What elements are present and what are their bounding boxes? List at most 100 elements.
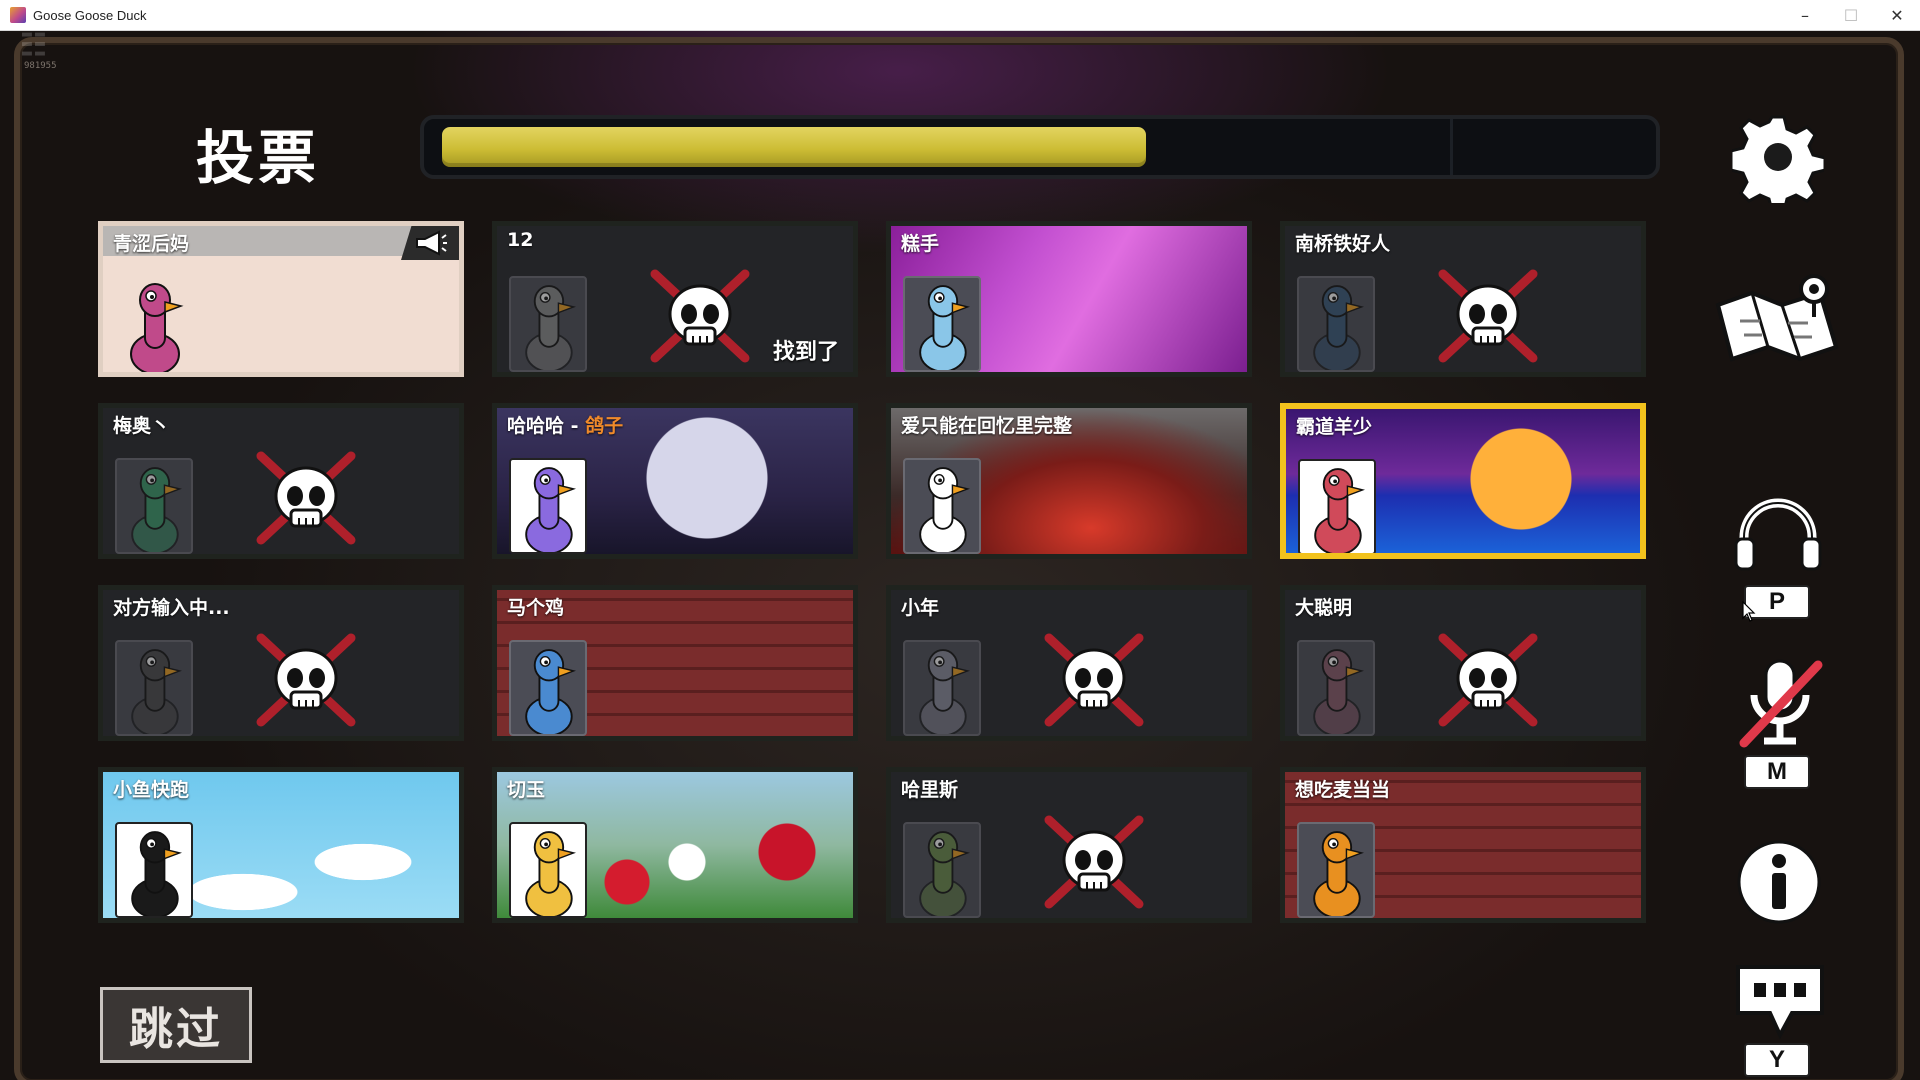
player-avatar <box>509 640 587 736</box>
window-title-bar: Goose Goose Duck – ☐ ✕ <box>0 0 1920 31</box>
player-name-bar <box>891 226 1247 256</box>
dead-skull-icon <box>645 266 755 366</box>
window-title: Goose Goose Duck <box>33 7 147 23</box>
player-card[interactable]: 12 找到了 <box>492 221 858 377</box>
player-name: 想吃麦当当 <box>1295 775 1390 802</box>
player-avatar <box>903 276 981 372</box>
player-name: 哈里斯 <box>901 775 958 802</box>
player-card[interactable]: 对方输入中... <box>98 585 464 741</box>
player-avatar <box>1297 276 1375 372</box>
player-name: 青涩后妈 <box>113 229 189 256</box>
info-icon[interactable] <box>1736 839 1822 925</box>
vote-timer-fill <box>442 127 1146 167</box>
player-name: 霸道羊少 <box>1296 412 1372 439</box>
mouse-cursor-icon <box>1742 601 1756 622</box>
player-name-text: 梅奥丶 <box>113 415 171 437</box>
player-name-text: 想吃麦当当 <box>1295 779 1391 801</box>
chat-hotkey: Y <box>1744 1043 1810 1077</box>
player-avatar <box>115 822 193 918</box>
player-name-text: 哈哈哈 - <box>507 415 586 437</box>
player-name: 马个鸡 <box>507 593 564 620</box>
player-name-text: 哈里斯 <box>901 779 959 801</box>
player-avatar <box>903 822 981 918</box>
player-avatar <box>115 640 193 736</box>
player-name: 爱只能在回忆里完整 <box>901 411 1072 438</box>
maximize-button[interactable]: ☐ <box>1828 0 1874 30</box>
vote-timer-bar <box>420 115 1660 179</box>
player-name-bar <box>891 590 1247 620</box>
page-title: 投票 <box>196 124 321 192</box>
player-name: 南桥铁好人 <box>1295 229 1390 256</box>
game-viewport: ☷ 981955 投票 青涩后妈 12 找到了 糕手 南桥铁好人 梅奥丶 哈哈哈… <box>0 31 1920 1080</box>
player-name-bar <box>497 226 853 256</box>
watermark-logo-icon: ☷ <box>20 31 47 63</box>
player-name-text: 12 <box>507 229 534 251</box>
player-name-text: 切玉 <box>507 779 546 801</box>
dead-skull-icon <box>1433 266 1543 366</box>
player-avatar <box>115 276 193 372</box>
player-name: 梅奥丶 <box>113 411 170 438</box>
gear-icon[interactable] <box>1732 111 1824 203</box>
player-name-text: 小年 <box>901 597 940 619</box>
player-name-bar <box>497 772 853 802</box>
player-avatar <box>115 458 193 554</box>
player-card[interactable]: 南桥铁好人 <box>1280 221 1646 377</box>
player-tag: 鸽子 <box>585 415 624 437</box>
player-name: 小年 <box>901 593 939 620</box>
body-found-label: 找到了 <box>772 340 839 365</box>
player-card[interactable]: 梅奥丶 <box>98 403 464 559</box>
watermark-id: 981955 <box>24 61 57 71</box>
player-name-text: 小鱼快跑 <box>113 779 190 801</box>
player-avatar <box>509 276 587 372</box>
player-name-text: 糕手 <box>901 233 940 255</box>
player-avatar <box>1297 822 1375 918</box>
player-card[interactable]: 马个鸡 <box>492 585 858 741</box>
close-button[interactable]: ✕ <box>1874 0 1920 30</box>
map-icon[interactable] <box>1710 265 1844 375</box>
player-card[interactable]: 青涩后妈 <box>98 221 464 377</box>
player-name-text: 爱只能在回忆里完整 <box>901 415 1073 437</box>
player-avatar <box>1298 459 1376 553</box>
window-controls: – ☐ ✕ <box>1782 0 1920 30</box>
player-name-text: 南桥铁好人 <box>1295 233 1391 255</box>
dead-skull-icon <box>1433 630 1543 730</box>
player-card[interactable]: 切玉 <box>492 767 858 923</box>
player-name-text: 对方输入中... <box>113 597 230 619</box>
player-avatar <box>1297 640 1375 736</box>
chat-icon[interactable] <box>1732 961 1828 1041</box>
player-name: 对方输入中... <box>113 593 230 620</box>
mic-hotkey: M <box>1744 755 1810 789</box>
headphones-icon[interactable] <box>1730 491 1826 573</box>
player-card[interactable]: 霸道羊少 <box>1280 403 1646 559</box>
app-icon <box>10 7 26 23</box>
player-avatar <box>509 822 587 918</box>
timer-notch <box>1450 119 1453 175</box>
player-card[interactable]: 小年 <box>886 585 1252 741</box>
player-id-watermark: ☷ 981955 <box>20 31 76 75</box>
player-name: 大聪明 <box>1295 593 1352 620</box>
player-name: 糕手 <box>901 229 939 256</box>
microphone-muted-icon[interactable] <box>1732 655 1828 751</box>
player-name: 12 <box>507 229 533 251</box>
dead-skull-icon <box>251 448 361 548</box>
player-avatar <box>903 458 981 554</box>
player-name-text: 大聪明 <box>1295 597 1353 619</box>
minimize-button[interactable]: – <box>1782 0 1828 30</box>
player-avatar <box>903 640 981 736</box>
skip-vote-button[interactable]: 跳过 <box>100 987 252 1063</box>
dead-skull-icon <box>1039 812 1149 912</box>
player-card[interactable]: 想吃麦当当 <box>1280 767 1646 923</box>
player-card[interactable]: 哈哈哈 - 鸽子 <box>492 403 858 559</box>
player-card[interactable]: 大聪明 <box>1280 585 1646 741</box>
player-name: 切玉 <box>507 775 545 802</box>
player-name: 哈哈哈 - 鸽子 <box>507 411 623 438</box>
dead-skull-icon <box>251 630 361 730</box>
player-name-text: 霸道羊少 <box>1296 416 1373 438</box>
player-card[interactable]: 糕手 <box>886 221 1252 377</box>
player-card[interactable]: 小鱼快跑 <box>98 767 464 923</box>
player-card[interactable]: 爱只能在回忆里完整 <box>886 403 1252 559</box>
player-card[interactable]: 哈里斯 <box>886 767 1252 923</box>
player-name-text: 青涩后妈 <box>113 233 190 255</box>
player-avatar <box>509 458 587 554</box>
player-name: 小鱼快跑 <box>113 775 189 802</box>
